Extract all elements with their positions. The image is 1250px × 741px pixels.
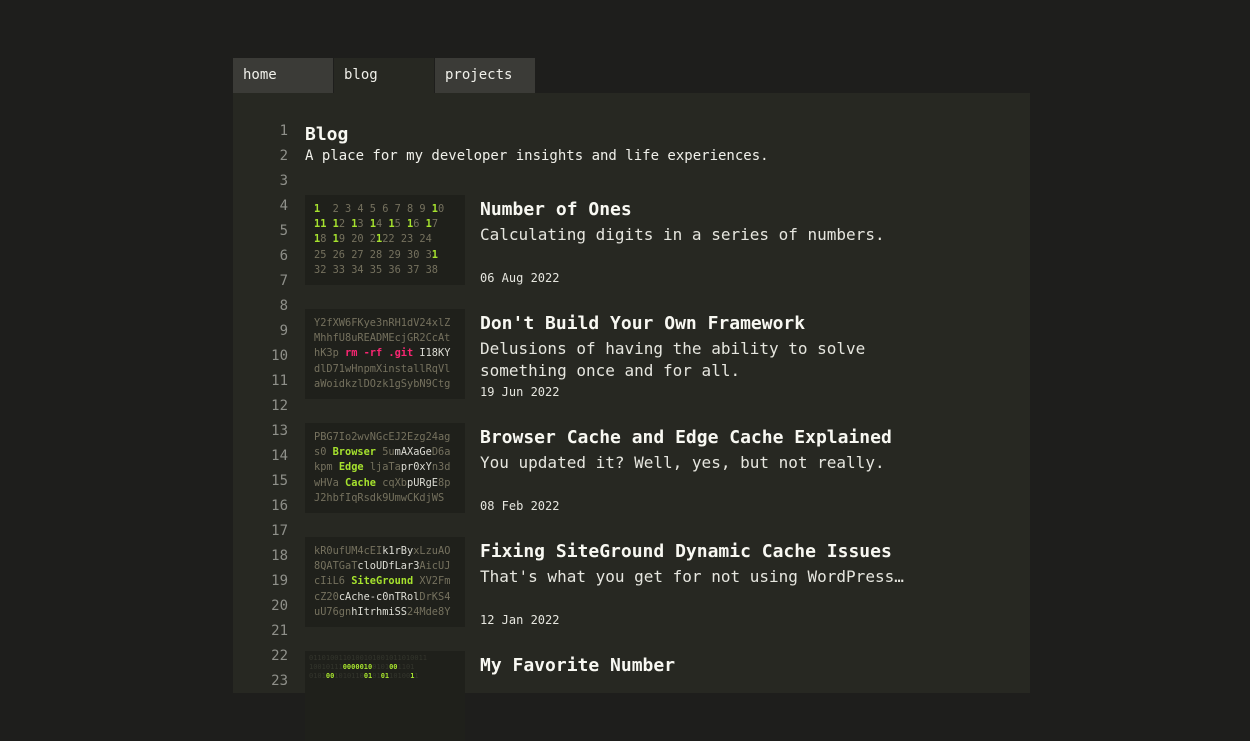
line-number: 19 (271, 573, 288, 589)
page-subtitle: A place for my developer insights and li… (305, 148, 769, 164)
line-number: 13 (271, 423, 288, 439)
thumbnail-line: wHVa Cache cqXbpURgE8p (314, 476, 451, 489)
post-title[interactable]: Fixing SiteGround Dynamic Cache Issues (480, 541, 892, 562)
post-title[interactable]: Don't Build Your Own Framework (480, 313, 805, 334)
thumbnail-line: 18 19 20 2122 23 24 (314, 233, 432, 246)
thumbnail-line: uU76gnhItrhmiSS24Mde8Y (314, 605, 451, 618)
thumbnail-line: Y2fXW6FKye3nRH1dV24xlZ (314, 317, 451, 329)
post-thumbnail: 1 2 3 4 5 6 7 8 9 10 11 12 13 14 15 16 17… (305, 195, 465, 285)
post-item[interactable]: PBG7Io2wvNGcEJ2Ezg24ag s0 Browser 5umAXaG… (305, 423, 1005, 513)
thumbnail-line: 8QATGaTcloUDfLar3AicUJ (314, 560, 451, 573)
line-number: 14 (271, 448, 288, 464)
thumbnail-line: J2hbfIqRsdk9UmwCKdjWS (314, 491, 445, 504)
thumbnail-line: 1001011100000100101001101 (309, 663, 415, 671)
line-number: 6 (279, 248, 288, 264)
thumbnail-line: dlD71wHnpmXinstallRqVl (314, 362, 451, 375)
thumbnail-line: cZ20cAche-c0nTRolDrKS4 (314, 590, 451, 603)
post-description: Calculating digits in a series of number… (480, 225, 885, 244)
thumbnail-line: s0 Browser 5umAXaGeD6a (314, 446, 451, 459)
line-number: 1 (279, 123, 288, 139)
line-number: 9 (279, 323, 288, 339)
line-number: 4 (279, 198, 288, 214)
post-description: That's what you get for not using WordPr… (480, 567, 904, 586)
line-number: 5 (279, 223, 288, 239)
post-item[interactable]: kR0ufUM4cEIk1rByxLzuAO 8QATGaTcloUDfLar3A… (305, 537, 1005, 627)
tab-bar: home blog projects (233, 58, 535, 93)
line-number: 12 (271, 398, 288, 414)
line-number: 22 (271, 648, 288, 664)
thumbnail-line: cIiL6 SiteGround XV2Fm (314, 575, 451, 588)
post-thumbnail: 0110100110100101001011010011 100101110000… (305, 651, 465, 741)
post-title[interactable]: Browser Cache and Edge Cache Explained (480, 427, 892, 448)
line-number: 15 (271, 473, 288, 489)
thumbnail-line: PBG7Io2wvNGcEJ2Ezg24ag (314, 431, 451, 443)
thumbnail-line: kpm Edge ljaTapr0xYn3d (314, 461, 451, 474)
editor-pane: 1 2 3 4 5 6 7 8 9 10 11 12 13 14 15 16 17 18 19 20 21 22 23 Bl… (233, 93, 1030, 741)
line-number: 16 (271, 498, 288, 514)
line-number: 8 (279, 298, 288, 314)
post-thumbnail: PBG7Io2wvNGcEJ2Ezg24ag s0 Browser 5umAXaG… (305, 423, 465, 513)
line-number: 10 (271, 348, 288, 364)
post-date: 19 Jun 2022 (480, 385, 560, 399)
thumbnail-line: MhhfU8uREADMEcjGR2CcAt (314, 332, 451, 345)
line-number: 18 (271, 548, 288, 564)
thumbnail-line: 11 12 13 14 15 16 17 (314, 218, 439, 231)
line-number: 17 (271, 523, 288, 539)
thumbnail-line: 25 26 27 28 29 30 31 (314, 248, 438, 261)
line-number: 7 (279, 273, 288, 289)
line-number: 21 (271, 623, 288, 639)
post-item[interactable]: 1 2 3 4 5 6 7 8 9 10 11 12 13 14 15 16 17… (305, 195, 1005, 285)
post-date: 06 Aug 2022 (480, 271, 560, 285)
thumbnail-line: kR0ufUM4cEIk1rByxLzuAO (314, 545, 451, 557)
thumbnail-line: aWoidkzlDOzk1gSybN9Ctg (314, 377, 451, 390)
line-number: 20 (271, 598, 288, 614)
line-number: 11 (271, 373, 288, 389)
line-number: 2 (279, 148, 288, 164)
post-description: You updated it? Well, yes, but not reall… (480, 453, 885, 472)
thumbnail-line: 32 33 34 35 36 37 38 (314, 263, 438, 276)
page-title: Blog (305, 124, 349, 145)
line-number: 3 (279, 173, 288, 189)
tab-blog[interactable]: blog (334, 58, 434, 93)
post-date: 08 Feb 2022 (480, 499, 560, 513)
tab-projects[interactable]: projects (435, 58, 535, 93)
thumbnail-line: 0110100110100101001011010011 (309, 654, 428, 662)
post-thumbnail: kR0ufUM4cEIk1rByxLzuAO 8QATGaTcloUDfLar3A… (305, 537, 465, 627)
post-description: Delusions of having the ability to solve… (480, 339, 866, 380)
thumbnail-line: 1 2 3 4 5 6 7 8 9 10 (314, 203, 445, 215)
post-title[interactable]: Number of Ones (480, 199, 632, 220)
post-item[interactable]: Y2fXW6FKye3nRH1dV24xlZ MhhfU8uREADMEcjGR2… (305, 309, 1005, 399)
post-title[interactable]: My Favorite Number (480, 655, 675, 676)
thumbnail-line: 01010010101100101011010011 (309, 672, 419, 680)
line-number: 23 (271, 673, 288, 689)
post-thumbnail: Y2fXW6FKye3nRH1dV24xlZ MhhfU8uREADMEcjGR2… (305, 309, 465, 399)
thumbnail-line: hK3p rm -rf .git I18KY (314, 347, 451, 360)
post-item[interactable]: 0110100110100101001011010011 100101110000… (305, 651, 1005, 741)
post-date: 12 Jan 2022 (480, 613, 560, 627)
tab-home[interactable]: home (233, 58, 333, 93)
